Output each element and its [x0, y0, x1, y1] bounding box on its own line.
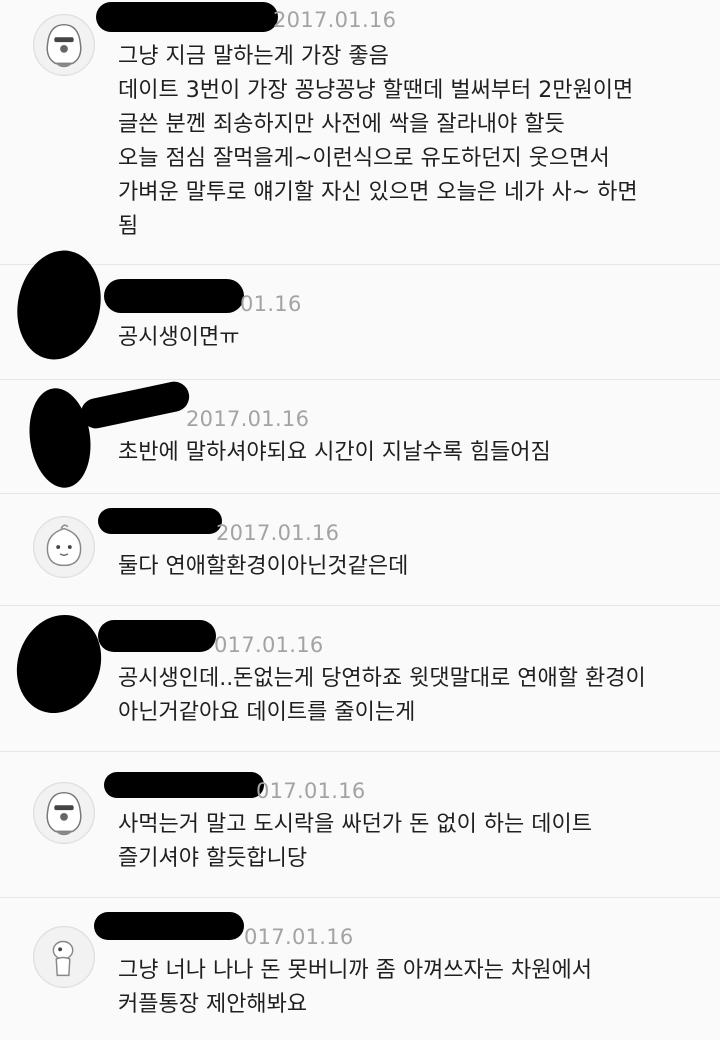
comment-text: 그냥 너나 나나 돈 못버니까 좀 아껴쓰자는 차원에서 커플통장 제안해봐요: [118, 958, 592, 1017]
comment-item: 017.01.16 그냥 너나 나나 돈 못버니까 좀 아껴쓰자는 차원에서 커…: [0, 898, 720, 1040]
redacted-username: [98, 620, 216, 652]
redacted-username: [78, 378, 192, 432]
comment-item: 2017.01.16 초반에 말하셔야되요 시간이 지날수록 힘들어짐: [0, 378, 720, 494]
comment-date: 01.16: [240, 292, 302, 316]
comment-date: 2017.01.16: [216, 521, 340, 545]
comment-date: 2017.01.16: [186, 407, 310, 431]
comment-item: 2017.01.16 둘다 연애할환경이아닌것같은데: [0, 494, 720, 606]
comment-text: 초반에 말하셔야되요 시간이 지날수록 힘들어짐: [118, 440, 551, 465]
comment-item: 017.01.16 공시생인데..돈없는게 당연하죠 윗댓말대로 연애할 환경이…: [0, 602, 720, 752]
comment-text: 그냥 지금 말하는게 가장 좋음 데이트 3번이 가장 꽁냥꽁냥 할땐데 벌써부…: [118, 44, 638, 239]
comment-date: 017.01.16: [244, 925, 354, 949]
figure-character-avatar-icon[interactable]: [33, 926, 95, 988]
redacted-avatar: [3, 602, 115, 726]
comment-text: 사먹는거 말고 도시락을 싸던가 돈 없이 하는 데이트 즐기셔야 할듯합니당: [118, 812, 592, 871]
comment-item: 2017.01.16 그냥 지금 말하는게 가장 좋음 데이트 3번이 가장 꽁…: [0, 0, 720, 265]
comment-date: 017.01.16: [256, 779, 366, 803]
redacted-username: [104, 279, 244, 313]
character-avatar-icon[interactable]: [33, 14, 95, 76]
comment-text: 공시생인데..돈없는게 당연하죠 윗댓말대로 연애할 환경이 아닌거같아요 데이…: [118, 666, 646, 725]
redacted-username: [98, 508, 222, 534]
comment-item: 017.01.16 사먹는거 말고 도시락을 싸던가 돈 없이 하는 데이트 즐…: [0, 752, 720, 898]
comment-date: 2017.01.16: [273, 8, 397, 32]
comment-date: 017.01.16: [214, 633, 324, 657]
comment-text: 공시생이면ㅠ: [118, 325, 240, 350]
redacted-username: [96, 2, 278, 32]
redacted-username: [94, 912, 244, 940]
comment-text: 둘다 연애할환경이아닌것같은데: [118, 554, 409, 579]
redacted-username: [104, 772, 264, 798]
comment-item: 01.16 공시생이면ㅠ: [0, 242, 720, 380]
peach-character-avatar-icon[interactable]: [33, 516, 95, 578]
character-avatar-icon[interactable]: [33, 782, 95, 844]
